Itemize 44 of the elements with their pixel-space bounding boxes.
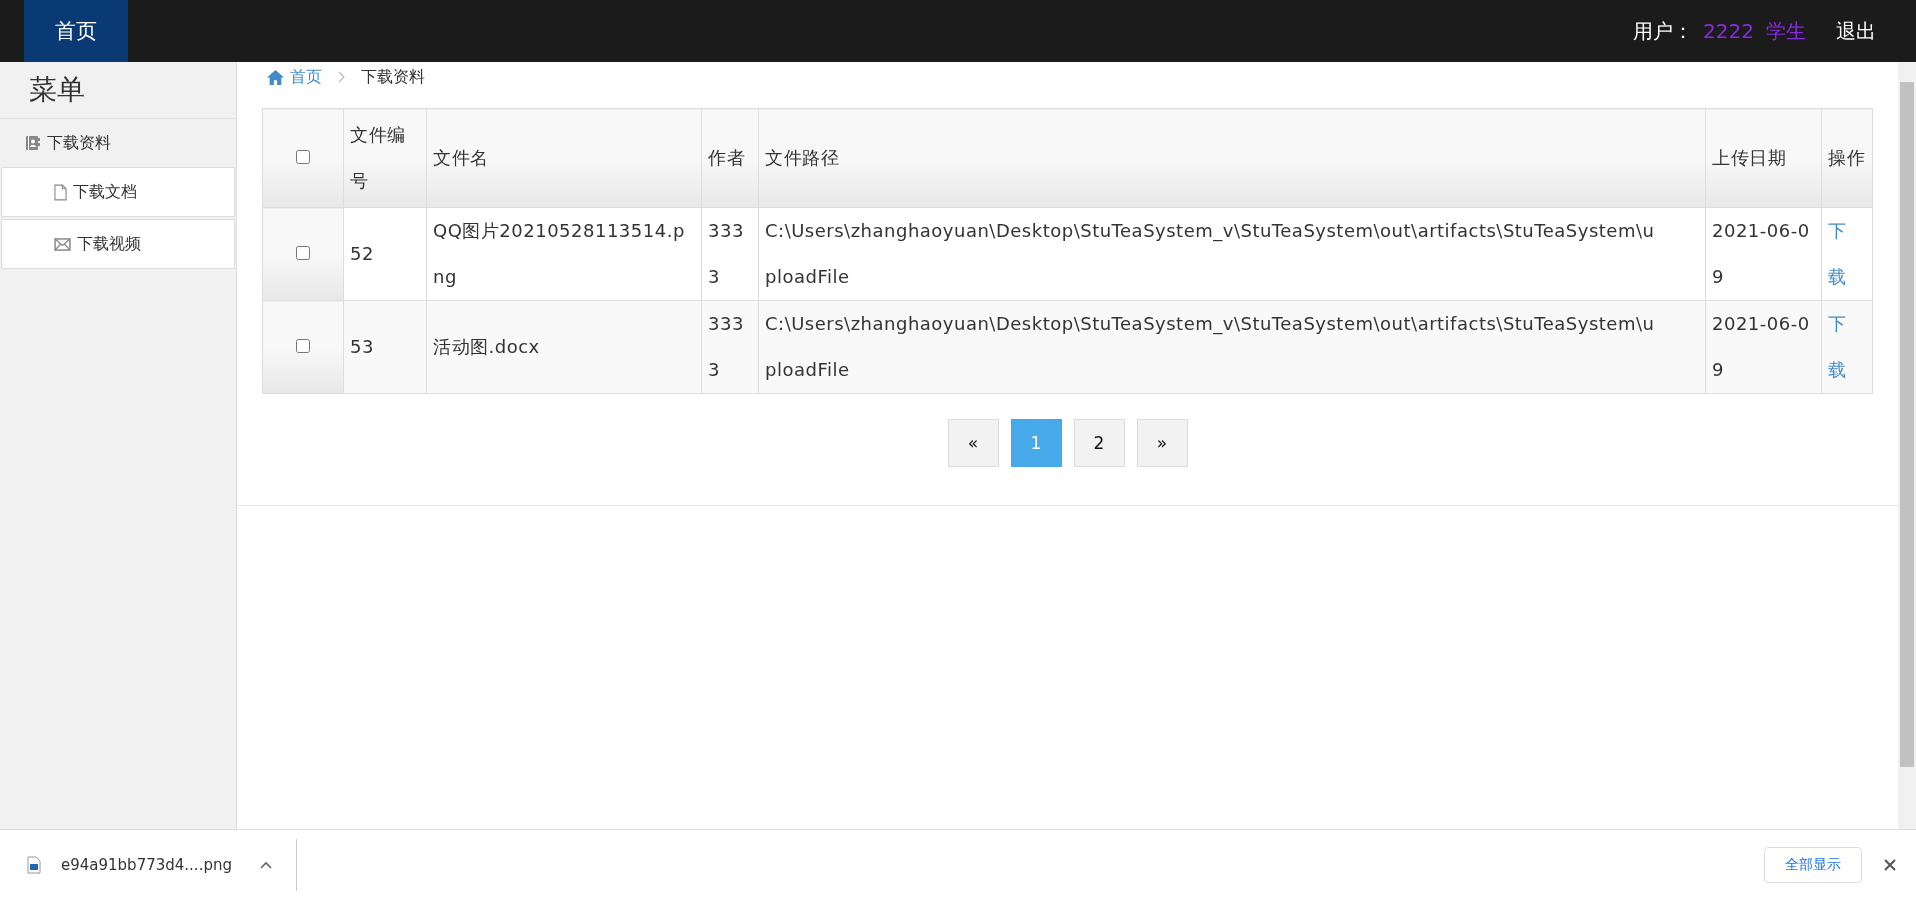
chevron-icon [338, 71, 345, 83]
table-cell: QQ图片20210528113514.png [426, 207, 702, 301]
table-cell: 53 [343, 300, 427, 394]
previous-page-button[interactable]: « [947, 419, 999, 467]
table-cell: C:\Users\zhanghaoyuan\Desktop\StuTeaSystem_v\StuTeaSystem\out\artifacts\StuTeaSystem\uploadFile [758, 300, 1706, 394]
contact-book-icon [25, 135, 41, 151]
logout-link[interactable]: 退出 [1836, 17, 1876, 45]
table-cell: 活动图.docx [426, 300, 702, 394]
image-file-icon [27, 856, 41, 874]
menu-item[interactable]: 下载视频 [1, 219, 235, 269]
select-all-checkbox[interactable] [296, 150, 310, 164]
row-checkbox[interactable] [296, 246, 310, 260]
table-cell: 3333 [701, 300, 759, 394]
show-all-button[interactable]: 全部显示 [1764, 847, 1862, 883]
nav-link[interactable]: 首页 [24, 0, 128, 62]
breadcrumb-link[interactable]: 首页 [290, 66, 322, 88]
breadcrumb-current: 下载资料 [361, 66, 425, 88]
scrollbar-thumb[interactable] [1900, 82, 1914, 767]
table-header-cell: 上传日期 [1705, 108, 1822, 208]
user-label: 用户： [1633, 17, 1694, 45]
table-cell: 3333 [701, 207, 759, 301]
table-cell: 2021-06-09 [1705, 207, 1822, 301]
user-role: 学生 [1766, 17, 1806, 45]
user-id: 2222 [1703, 19, 1754, 43]
table-header-cell: 文件编号 [343, 108, 427, 208]
menu-title: 菜单 [28, 72, 86, 108]
menu-item[interactable]: 下载文档 [1, 167, 235, 217]
table-header-cell: 操作 [1821, 108, 1873, 208]
home-icon [267, 69, 284, 85]
table-header-cell: 文件路径 [758, 108, 1706, 208]
table-header-cell: 作者 [701, 108, 759, 208]
scrollbar[interactable] [1898, 62, 1916, 829]
row-checkbox[interactable] [296, 339, 310, 353]
next-page-button[interactable]: » [1136, 419, 1188, 467]
table-cell: C:\Users\zhanghaoyuan\Desktop\StuTeaSystem_v\StuTeaSystem\out\artifacts\StuTeaSystem\uploadFile [758, 207, 1706, 301]
download-file-name[interactable]: e94a91bb773d4....png [61, 856, 232, 874]
table-cell: 52 [343, 207, 427, 301]
table-cell: 2021-06-09 [1705, 300, 1822, 394]
caret-up-icon[interactable] [259, 861, 272, 869]
document-icon [54, 183, 67, 201]
envelope-icon [54, 237, 71, 251]
close-icon[interactable] [1884, 859, 1896, 871]
page-button[interactable]: 2 [1073, 419, 1125, 467]
table-header-cell: 文件名 [426, 108, 702, 208]
